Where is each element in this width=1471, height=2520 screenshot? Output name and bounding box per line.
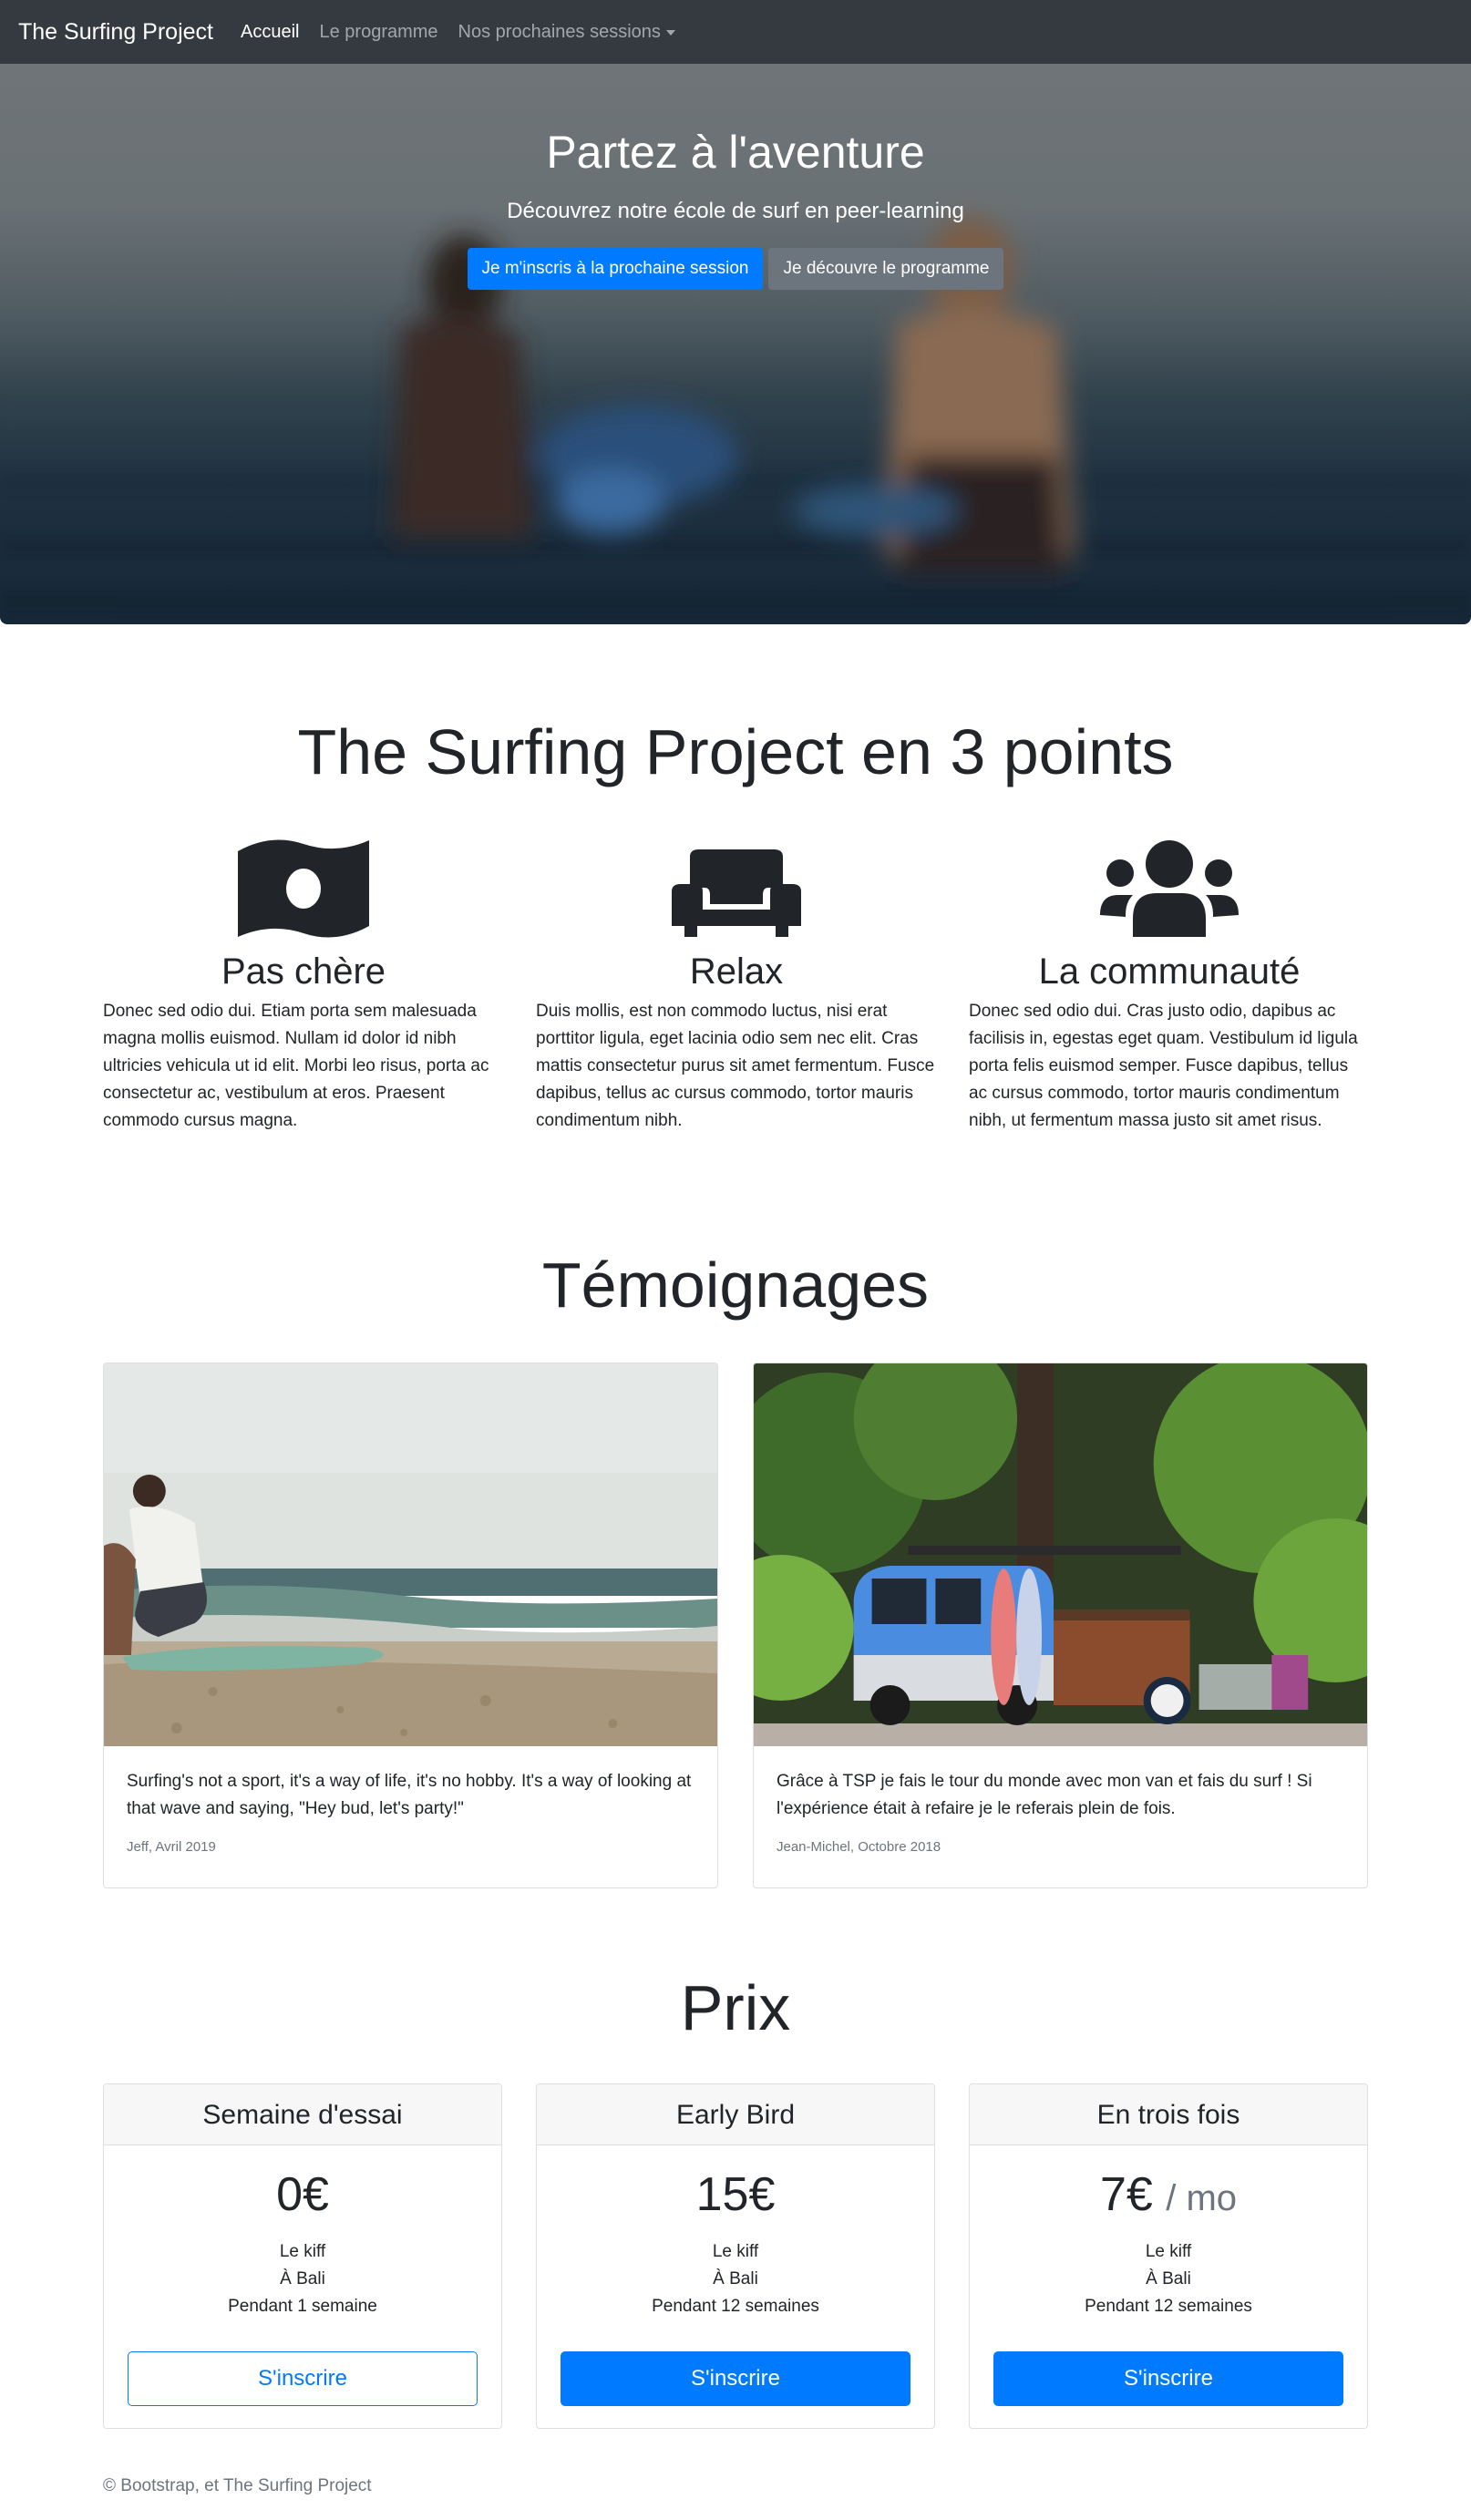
testimonials-title: Témoignages <box>541 1250 930 1321</box>
testimonial-image-van <box>754 1363 1367 1746</box>
price-amount: 15€ <box>695 2168 776 2221</box>
couch-icon <box>672 849 801 937</box>
feature-title: Relax <box>689 951 784 992</box>
feature-relax: Relax Duis mollis, est non commodo luctu… <box>536 838 937 1135</box>
pricing-feature-list: Le kiff À Bali Pendant 12 semaines <box>970 2238 1367 2320</box>
nav-link-accueil[interactable]: Accueil <box>241 22 299 43</box>
testimonial-author: Jean-Michel, Octobre 2018 <box>777 1839 941 1855</box>
users-icon <box>1100 840 1239 937</box>
pricing-card-trial: Semaine d'essai 0€ Le kiff À Bali Pendan… <box>103 2083 502 2429</box>
pricing-feature: Pendant 12 semaines <box>652 2297 819 2316</box>
navbar: The Surfing Project Accueil Le programme… <box>0 0 1471 64</box>
feature-text: Duis mollis, est non commodo luctus, nis… <box>536 1002 935 1130</box>
footer-copyright: © Bootstrap, et The Surfing Project <box>103 2476 372 2495</box>
pricing-card-price: 0€ <box>104 2167 501 2222</box>
price-period: / mo <box>1166 2178 1238 2218</box>
price-amount: 7€ <box>1099 2168 1153 2221</box>
feature-text: Donec sed odio dui. Cras justo odio, dap… <box>969 1002 1358 1130</box>
feature-pas-chere: Pas chère Donec sed odio dui. Etiam port… <box>103 838 504 1135</box>
pricing-feature: Pendant 1 semaine <box>228 2297 377 2316</box>
testimonial-card: Surfing's not a sport, it's a way of lif… <box>103 1363 718 1888</box>
nav-dropdown-sessions[interactable]: Nos prochaines sessions <box>458 22 675 43</box>
feature-title: Pas chère <box>221 951 386 992</box>
signup-button-three-installments[interactable]: S'inscrire <box>993 2351 1343 2406</box>
pricing-feature: Pendant 12 semaines <box>1085 2297 1252 2316</box>
pricing-feature: À Bali <box>280 2269 325 2289</box>
testimonial-text: Grâce à TSP je fais le tour du monde ave… <box>777 1772 1312 1818</box>
testimonial-card: Grâce à TSP je fais le tour du monde ave… <box>753 1363 1368 1888</box>
signup-next-session-button[interactable]: Je m'inscris à la prochaine session <box>467 248 764 290</box>
pricing-card-title: Semaine d'essai <box>104 2084 501 2145</box>
pricing-card-title: En trois fois <box>970 2084 1367 2145</box>
feature-text: Donec sed odio dui. Etiam porta sem male… <box>103 1002 489 1130</box>
hero-jumbotron: Partez à l'aventure Découvrez notre écol… <box>0 64 1471 624</box>
testimonial-text: Surfing's not a sport, it's a way of lif… <box>127 1772 692 1818</box>
nav-link-programme[interactable]: Le programme <box>319 22 437 43</box>
pricing-feature-list: Le kiff À Bali Pendant 1 semaine <box>104 2238 501 2320</box>
pricing-feature: Le kiff <box>712 2242 759 2261</box>
hero-subtitle: Découvrez notre école de surf en peer-le… <box>507 199 964 223</box>
price-amount: 0€ <box>276 2168 329 2221</box>
feature-title: La communauté <box>1038 951 1301 992</box>
pricing-title: Prix <box>680 1972 791 2043</box>
pricing-feature: Le kiff <box>279 2242 326 2261</box>
pricing-feature: À Bali <box>1146 2269 1191 2289</box>
feature-communaute: La communauté Donec sed odio dui. Cras j… <box>969 838 1370 1135</box>
pricing-card-three-installments: En trois fois 7€ / mo Le kiff À Bali Pen… <box>969 2083 1368 2429</box>
hero-title: Partez à l'aventure <box>546 127 925 178</box>
pricing-feature-list: Le kiff À Bali Pendant 12 semaines <box>537 2238 934 2320</box>
pricing-card-price: 15€ <box>537 2167 934 2222</box>
pricing-card-title: Early Bird <box>537 2084 934 2145</box>
nav-dropdown-sessions-label: Nos prochaines sessions <box>458 21 661 42</box>
pricing-card-price: 7€ / mo <box>970 2167 1367 2222</box>
features-title: The Surfing Project en 3 points <box>297 716 1174 787</box>
pricing-card-early-bird: Early Bird 15€ Le kiff À Bali Pendant 12… <box>536 2083 935 2429</box>
navbar-brand[interactable]: The Surfing Project <box>18 19 213 46</box>
pricing-feature: À Bali <box>713 2269 758 2289</box>
testimonial-image-beach <box>104 1363 717 1746</box>
testimonial-author: Jeff, Avril 2019 <box>127 1839 216 1855</box>
discover-program-button[interactable]: Je découvre le programme <box>768 248 1004 290</box>
signup-button-trial[interactable]: S'inscrire <box>128 2351 478 2406</box>
pricing-feature: Le kiff <box>1145 2242 1192 2261</box>
money-bill-icon <box>238 839 369 938</box>
caret-down-icon <box>665 30 675 36</box>
signup-button-early-bird[interactable]: S'inscrire <box>561 2351 910 2406</box>
